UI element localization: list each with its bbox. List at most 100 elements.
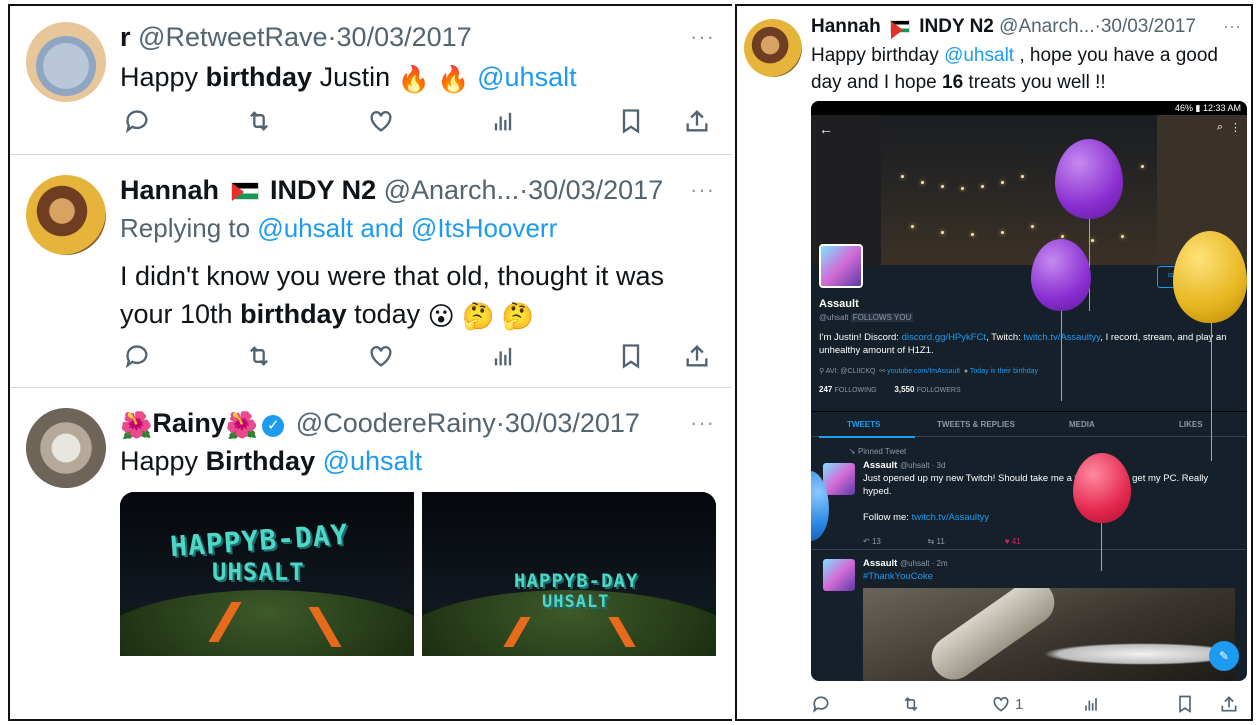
more-options-icon[interactable]: ··· [1223, 16, 1241, 37]
compose-icon[interactable]: ✎ [1209, 641, 1239, 671]
retweet-icon[interactable] [242, 104, 276, 138]
reply-icon[interactable] [120, 339, 154, 373]
text-bold: 16 [942, 72, 964, 93]
tweet-image[interactable] [863, 588, 1235, 681]
back-arrow-icon[interactable]: ← [819, 121, 833, 137]
tab-tweets-replies[interactable]: TWEETS & REPLIES [937, 420, 1015, 429]
pinned-tweet[interactable]: ➘ Pinned Tweet Assault @uhsalt · 3d Just… [811, 443, 1247, 553]
avatar[interactable] [744, 19, 802, 77]
avatar[interactable] [26, 408, 106, 488]
tweet-text: Happy Birthday @uhsalt [120, 442, 422, 480]
views-icon[interactable] [486, 104, 520, 138]
media-image-1[interactable]: HAPPYB-DAY UHSALT [120, 492, 414, 656]
reply-icon[interactable] [120, 104, 154, 138]
verified-badge-icon: ✓ [262, 415, 285, 437]
following-count[interactable]: 247 [819, 385, 832, 394]
bookmark-icon[interactable] [1175, 694, 1195, 714]
media-screenshot[interactable]: 46% ▮ 12:33 AM ← ⌕ ⋮ ⮹ ⇄ [811, 101, 1247, 681]
more-options-icon[interactable]: ··· [690, 24, 715, 50]
views-icon[interactable] [486, 339, 520, 373]
share-icon[interactable] [680, 104, 714, 138]
handle[interactable]: @Anarch... [999, 16, 1094, 37]
tab-media[interactable]: MEDIA [1069, 420, 1095, 429]
tab-tweets[interactable]: TWEETS [847, 420, 880, 429]
profile-name: Assault [819, 298, 859, 310]
retweet-icon[interactable] [901, 694, 921, 714]
tweet-link[interactable]: twitch.tv/Assaultyy [912, 512, 990, 523]
fire-emoji: 🔥 🔥 [397, 64, 470, 94]
reply-and: and [353, 213, 411, 243]
share-icon[interactable] [680, 339, 714, 373]
followers-count[interactable]: 3,550 [894, 385, 914, 394]
followers-label: FOLLOWERS [916, 387, 961, 394]
like-icon[interactable] [364, 339, 398, 373]
meta-link[interactable]: youtube.com/ImAssault [887, 368, 960, 375]
pin-icon: ➘ [849, 447, 856, 456]
tweet-avatar[interactable] [823, 463, 855, 495]
display-name[interactable]: Rainy [152, 408, 226, 438]
tweet-date[interactable]: 30/03/2017 [1101, 16, 1196, 37]
bio-text: , Twitch: [986, 332, 1024, 343]
like-icon[interactable] [364, 104, 398, 138]
mention-link[interactable]: @ItsHooverr [411, 213, 557, 243]
tweet-card-2[interactable]: Hannah INDY N2 @Anarch...·30/03/2017 ···… [10, 155, 732, 387]
balloon-string [1211, 321, 1212, 461]
tweet-text: I didn't know you were that old, thought… [120, 257, 664, 335]
tweet-body: Just opened up my new Twitch! Should tak… [863, 473, 1209, 497]
handle[interactable]: @Anarch... [384, 175, 519, 205]
tweet-header: 🌺Rainy🌺 ✓ @CoodereRainy·30/03/2017 [120, 408, 640, 441]
tweet-avatar[interactable] [823, 559, 855, 591]
reply-icon[interactable] [811, 694, 831, 714]
image-ground [120, 590, 414, 656]
replying-to: Replying to @uhsalt and @ItsHooverr [120, 213, 557, 244]
like-button[interactable]: 1 [991, 694, 1023, 714]
string-light [1021, 175, 1024, 178]
retweet-icon[interactable] [242, 339, 276, 373]
bookmark-icon[interactable] [614, 104, 648, 138]
text-segment: Happy [120, 62, 206, 92]
hashtag-link[interactable]: #ThankYouCoke [863, 571, 933, 582]
string-light [981, 185, 984, 188]
tab-likes[interactable]: LIKES [1179, 420, 1203, 429]
mention-link[interactable]: @uhsalt [257, 213, 353, 243]
tweet-card-1[interactable]: r @RetweetRave·30/03/2017 ··· Happy birt… [10, 6, 732, 154]
display-name[interactable]: r [120, 22, 131, 52]
right-panel: Hannah INDY N2 @Anarch...·30/03/2017 ···… [735, 4, 1253, 721]
mention-link[interactable]: @uhsalt [944, 45, 1014, 66]
bookmark-icon[interactable] [614, 339, 648, 373]
tweet-date[interactable]: 30/03/2017 [505, 408, 640, 438]
handle[interactable]: @RetweetRave [138, 22, 328, 52]
display-name[interactable]: Hannah [811, 16, 881, 37]
more-options-icon[interactable]: ··· [690, 410, 715, 436]
display-name[interactable]: Hannah [120, 175, 219, 205]
text-segment: your 10th [120, 299, 241, 329]
more-options-icon[interactable]: ⋮ [1230, 121, 1241, 134]
share-icon[interactable] [1219, 694, 1239, 714]
profile-avatar[interactable] [819, 244, 863, 288]
string-light [1001, 181, 1004, 184]
mention-link[interactable]: @uhsalt [323, 446, 422, 476]
handle[interactable]: @CoodereRainy [296, 408, 496, 438]
avatar[interactable] [26, 175, 106, 255]
bio-link[interactable]: discord.gg/HPykFCt [902, 332, 986, 343]
string-light [941, 231, 944, 234]
avatar[interactable] [26, 22, 106, 102]
display-name-suffix[interactable]: INDY N2 [919, 16, 994, 37]
tweet-text: Assault @uhsalt · 2m #ThankYouCoke [863, 557, 1233, 583]
retweet-icon[interactable]: ⇆ [928, 537, 935, 546]
link-icon: ⚯ [879, 368, 886, 375]
tweet-text: Happy birthday @uhsalt , hope you have a… [811, 42, 1241, 96]
retweet-count: 11 [936, 537, 945, 546]
views-icon[interactable] [1081, 694, 1101, 714]
text-line: I didn't know you were that old, thought… [120, 261, 664, 291]
like-icon[interactable]: ♥ [1005, 537, 1010, 546]
tweet-date[interactable]: 30/03/2017 [528, 175, 663, 205]
string-light [961, 187, 964, 190]
reply-icon[interactable]: ↶ [863, 537, 870, 546]
more-options-icon[interactable]: ··· [690, 177, 715, 203]
display-name-suffix[interactable]: INDY N2 [270, 175, 376, 205]
media-image-2[interactable]: HAPPYB-DAY UHSALT [422, 492, 716, 656]
mention-link[interactable]: @uhsalt [477, 62, 576, 92]
tweet-date[interactable]: 30/03/2017 [337, 22, 472, 52]
search-icon[interactable]: ⌕ [1217, 121, 1223, 134]
